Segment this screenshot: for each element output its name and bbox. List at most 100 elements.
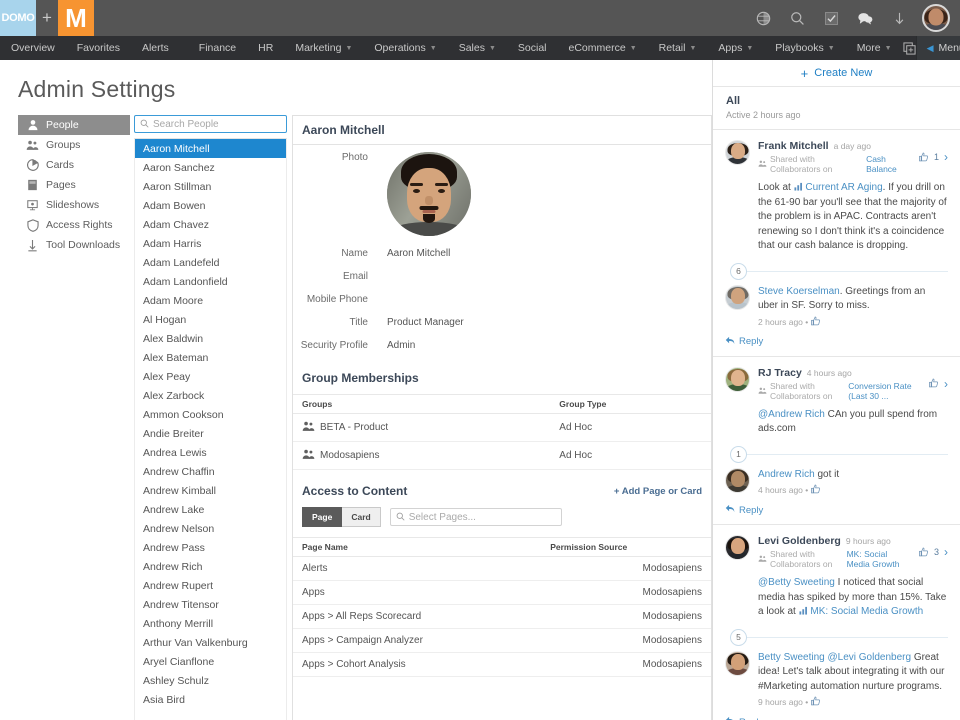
buzz-post[interactable]: Frank Mitchell a day ago Shared with Colla…	[713, 130, 960, 357]
reply-button[interactable]: Reply	[725, 336, 948, 348]
list-item[interactable]: Aaron Stillman	[135, 177, 286, 196]
buzz-mention[interactable]: @Andrew Rich	[758, 409, 825, 420]
nav-item-playbooks[interactable]: Playbooks ▼	[764, 36, 845, 60]
sidebar-item-cards[interactable]: Cards	[18, 155, 130, 175]
buzz-reply-author[interactable]: Betty Sweeting	[758, 652, 825, 663]
buzz-card-link[interactable]: MK: Social Media Growth	[810, 606, 923, 617]
chevron-right-icon[interactable]: ›	[944, 545, 948, 559]
nav-item-more[interactable]: More ▼	[846, 36, 903, 60]
list-item[interactable]: Andrea Lewis	[135, 443, 286, 462]
nav-item-overview[interactable]: Overview	[0, 36, 66, 60]
sidebar-item-access-rights[interactable]: Access Rights	[18, 215, 130, 235]
list-item[interactable]: Alex Baldwin	[135, 329, 286, 348]
reply-avatar[interactable]	[725, 650, 750, 676]
globe-icon[interactable]	[752, 7, 774, 29]
list-item[interactable]: Andrew Lake	[135, 500, 286, 519]
list-item[interactable]: Adam Harris	[135, 234, 286, 253]
chevron-right-icon[interactable]: ›	[944, 377, 948, 391]
reply-button[interactable]: Reply	[725, 716, 948, 720]
list-item[interactable]: Anthony Merrill	[135, 614, 286, 633]
nav-item-favorites[interactable]: Favorites	[66, 36, 131, 60]
list-item[interactable]: Ammon Cookson	[135, 405, 286, 424]
profile-photo[interactable]	[387, 152, 471, 236]
avatar[interactable]	[725, 140, 750, 165]
sidebar-item-groups[interactable]: Groups	[18, 135, 130, 155]
search-input[interactable]	[153, 118, 281, 130]
like-button[interactable]	[810, 316, 821, 327]
list-item[interactable]: Andrew Kimball	[135, 481, 286, 500]
buzz-post[interactable]: Levi Goldenberg 9 hours ago Shared with Co…	[713, 525, 960, 720]
select-pages-input[interactable]	[408, 511, 556, 523]
buzz-thread-count[interactable]: 6	[730, 262, 747, 280]
buzz-thread-count[interactable]: 5	[730, 628, 747, 646]
buzz-post[interactable]: RJ Tracy 4 hours ago Shared with Collabora…	[713, 357, 960, 525]
add-page-or-card-link[interactable]: + Add Page or Card	[614, 486, 702, 497]
buzz-thread-count[interactable]: 1	[730, 445, 747, 463]
buzz-reply-hashtag[interactable]: #Marketing	[758, 681, 807, 692]
list-item[interactable]: Adam Chavez	[135, 215, 286, 234]
nav-item-alerts[interactable]: Alerts	[131, 36, 180, 60]
buzz-chat-icon[interactable]	[854, 7, 876, 29]
sidebar-item-people[interactable]: People	[18, 115, 130, 135]
people-list[interactable]: Aaron Mitchell Aaron Sanchez Aaron Stillma…	[134, 138, 287, 720]
buzz-reply-mention[interactable]: @Levi Goldenberg	[828, 652, 912, 663]
nav-item-retail[interactable]: Retail ▼	[648, 36, 708, 60]
reply-button[interactable]: Reply	[725, 504, 948, 516]
reply-avatar[interactable]	[725, 467, 750, 493]
toggle-page-button[interactable]: Page	[302, 507, 343, 527]
list-item[interactable]: Adam Moore	[135, 291, 286, 310]
sidebar-item-tool-downloads[interactable]: Tool Downloads	[18, 235, 130, 255]
duplicate-page-icon[interactable]	[902, 36, 916, 60]
sidebar-item-pages[interactable]: Pages	[18, 175, 130, 195]
list-item[interactable]: Aryel Cianflone	[135, 652, 286, 671]
nav-item-marketing[interactable]: Marketing ▼	[284, 36, 363, 60]
list-item[interactable]: Aaron Sanchez	[135, 158, 286, 177]
tasks-checkbox-icon[interactable]	[820, 7, 842, 29]
table-row[interactable]: Alerts Modosapiens	[293, 556, 711, 581]
chevron-right-icon[interactable]: ›	[944, 150, 948, 164]
like-button[interactable]	[810, 696, 821, 707]
list-item[interactable]: Adam Bowen	[135, 196, 286, 215]
add-instance-icon[interactable]: +	[36, 0, 58, 36]
avatar[interactable]	[922, 4, 950, 32]
list-item[interactable]: Andrew Rich	[135, 557, 286, 576]
people-search-box[interactable]	[134, 115, 287, 133]
list-item[interactable]: Andrew Nelson	[135, 519, 286, 538]
list-item[interactable]: Alex Peay	[135, 367, 286, 386]
buzz-all-filter[interactable]: All Active 2 hours ago	[713, 87, 960, 130]
list-item[interactable]: Arthur Van Valkenburg	[135, 633, 286, 652]
brand-logo-m[interactable]: M	[58, 0, 94, 36]
table-row[interactable]: Modosapiens Ad Hoc	[293, 441, 711, 470]
list-item[interactable]: Adam Landonfield	[135, 272, 286, 291]
list-item[interactable]: Andie Breiter	[135, 424, 286, 443]
toggle-card-button[interactable]: Card	[342, 507, 381, 527]
list-item[interactable]: Andrew Chaffin	[135, 462, 286, 481]
search-icon[interactable]	[786, 7, 808, 29]
buzz-mention[interactable]: @Betty Sweeting	[758, 577, 835, 588]
reply-avatar[interactable]	[725, 284, 750, 310]
buzz-card-link[interactable]: Current AR Aging	[805, 182, 882, 193]
nav-item-apps[interactable]: Apps ▼	[707, 36, 764, 60]
buzz-post-author[interactable]: Frank Mitchell	[758, 140, 829, 152]
nav-item-operations[interactable]: Operations ▼	[363, 36, 447, 60]
table-row[interactable]: Apps > Cohort Analysis Modosapiens	[293, 652, 711, 677]
list-item[interactable]: Adam Landefeld	[135, 253, 286, 272]
nav-item-hr[interactable]: HR	[247, 36, 284, 60]
table-row[interactable]: Apps Modosapiens	[293, 580, 711, 605]
buzz-reply-author[interactable]: Andrew Rich	[758, 469, 815, 480]
list-item[interactable]: Andrew Pass	[135, 538, 286, 557]
nav-item-social[interactable]: Social	[507, 36, 558, 60]
like-button[interactable]	[919, 152, 929, 163]
nav-item-finance[interactable]: Finance	[188, 36, 247, 60]
list-item[interactable]: Alex Zarbock	[135, 386, 286, 405]
list-item[interactable]: Ashley Schulz	[135, 671, 286, 690]
buzz-shared-target-link[interactable]: Conversion Rate (Last 30 ...	[848, 381, 921, 401]
buzz-menu-button[interactable]: ◀ Menu	[917, 42, 960, 54]
list-item[interactable]: Andrew Rupert	[135, 576, 286, 595]
domo-logo[interactable]: DOMO	[0, 0, 36, 36]
nav-item-sales[interactable]: Sales ▼	[448, 36, 507, 60]
download-icon[interactable]	[888, 7, 910, 29]
table-row[interactable]: Apps > Campaign Analyzer Modosapiens	[293, 628, 711, 653]
sidebar-item-slideshows[interactable]: Slideshows	[18, 195, 130, 215]
list-item[interactable]: Andrew Titensor	[135, 595, 286, 614]
